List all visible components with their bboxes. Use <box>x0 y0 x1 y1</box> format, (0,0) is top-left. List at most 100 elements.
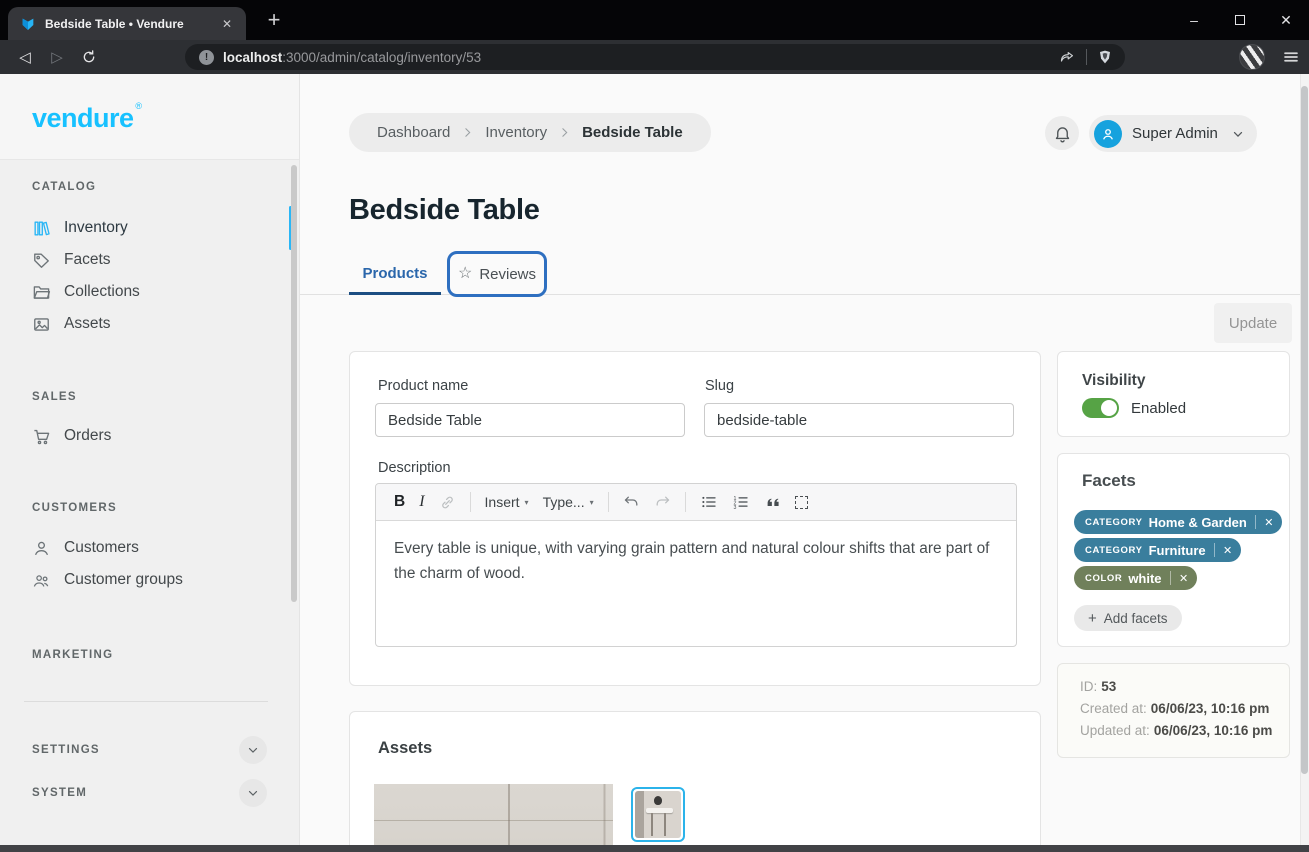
sidebar-item-collections[interactable]: Collections <box>0 277 299 307</box>
tab-close-icon[interactable]: ✕ <box>218 15 236 33</box>
breadcrumb-inventory[interactable]: Inventory <box>485 124 547 141</box>
new-tab-button[interactable]: + <box>260 6 288 34</box>
visibility-title: Visibility <box>1082 372 1145 390</box>
type-dropdown[interactable]: Type...▾ <box>543 494 594 510</box>
add-facets-button[interactable]: + Add facets <box>1074 605 1182 631</box>
star-icon: ☆ <box>458 266 472 282</box>
numbered-list-icon[interactable]: 123 <box>732 493 750 511</box>
facets-title: Facets <box>1082 471 1136 491</box>
sidebar-item-customer-groups[interactable]: Customer groups <box>0 565 299 595</box>
editor-toolbar: B I Insert▾ Type...▾ <box>376 484 1016 521</box>
window-close-button[interactable]: ✕ <box>1263 0 1309 40</box>
product-form-card: Product name Slug Description B I Insert… <box>349 351 1041 686</box>
assets-card: Assets <box>349 711 1041 852</box>
rich-text-editor: B I Insert▾ Type...▾ <box>375 483 1017 647</box>
profile-avatar[interactable] <box>1239 44 1265 70</box>
back-button[interactable]: ◁ <box>10 40 40 74</box>
page-scrollbar[interactable] <box>1300 74 1309 852</box>
sidebar-item-label: Customers <box>64 539 139 557</box>
product-name-input[interactable] <box>375 403 685 437</box>
chevron-right-icon <box>461 126 474 139</box>
tab-title: Bedside Table • Vendure <box>45 17 218 31</box>
italic-button[interactable]: I <box>419 493 424 511</box>
user-menu[interactable]: Super Admin <box>1089 115 1257 152</box>
logo-area: vendure® <box>0 74 299 160</box>
registered-mark: ® <box>135 101 141 111</box>
facet-chip-home-garden: CATEGORY Home & Garden ✕ <box>1074 510 1282 534</box>
brave-shield-icon[interactable] <box>1097 49 1113 65</box>
window-maximize-button[interactable] <box>1217 0 1263 40</box>
sidebar-item-label: Orders <box>64 427 111 445</box>
toolbar-divider <box>1086 49 1087 65</box>
vendure-favicon-icon <box>20 16 36 32</box>
taskbar-edge <box>0 845 1309 852</box>
bold-button[interactable]: B <box>394 493 405 511</box>
chevron-down-icon <box>1231 127 1245 141</box>
svg-text:3: 3 <box>733 505 736 511</box>
person-icon <box>32 539 51 558</box>
redo-icon <box>654 494 671 511</box>
section-sales: SALES <box>32 391 77 403</box>
forward-button: ▷ <box>42 40 72 74</box>
breadcrumb-current: Bedside Table <box>582 124 683 141</box>
enabled-label: Enabled <box>1131 400 1186 417</box>
sidebar-item-label: Assets <box>64 315 111 333</box>
link-icon[interactable] <box>439 494 456 511</box>
updated-row: Updated at:06/06/23, 10:16 pm <box>1080 723 1272 738</box>
remove-facet-icon[interactable]: ✕ <box>1219 544 1237 557</box>
remove-facet-icon[interactable]: ✕ <box>1260 516 1278 529</box>
toolbar-separator <box>608 492 609 512</box>
update-button[interactable]: Update <box>1214 303 1292 343</box>
remove-facet-icon[interactable]: ✕ <box>1175 572 1193 585</box>
cart-icon <box>32 427 51 446</box>
notifications-button[interactable] <box>1045 116 1079 150</box>
slug-input[interactable] <box>704 403 1014 437</box>
site-info-icon[interactable]: ! <box>199 50 214 65</box>
main-content: Dashboard Inventory Bedside Table Super … <box>300 74 1309 852</box>
sidebar-item-orders[interactable]: Orders <box>0 421 299 451</box>
asset-thumbnail-selected[interactable] <box>631 787 685 842</box>
blockquote-icon[interactable] <box>764 494 781 511</box>
sidebar-section-system[interactable]: SYSTEM <box>0 779 299 807</box>
visibility-card: Visibility Enabled <box>1057 351 1290 437</box>
description-text[interactable]: Every table is unique, with varying grai… <box>376 521 1016 601</box>
breadcrumb[interactable]: Dashboard Inventory Bedside Table <box>349 113 711 152</box>
page-scrollbar-thumb[interactable] <box>1301 86 1308 774</box>
facet-chip-white: COLOR white ✕ <box>1074 566 1197 590</box>
raw-html-icon[interactable] <box>795 496 808 509</box>
reload-button[interactable] <box>74 40 104 74</box>
url-bar[interactable]: ! localhost:3000/admin/catalog/inventory… <box>185 44 1125 70</box>
chevron-down-icon[interactable] <box>239 736 267 764</box>
table-leg-detail <box>664 813 666 837</box>
tab-products[interactable]: Products <box>349 252 441 294</box>
sidebar-divider <box>24 701 268 702</box>
sidebar-item-inventory[interactable]: Inventory <box>0 213 299 243</box>
chevron-down-icon[interactable] <box>239 779 267 807</box>
enabled-toggle[interactable] <box>1082 398 1119 418</box>
section-customers: CUSTOMERS <box>32 502 117 514</box>
share-icon[interactable] <box>1059 49 1076 66</box>
undo-icon[interactable] <box>623 494 640 511</box>
breadcrumb-dashboard[interactable]: Dashboard <box>377 124 450 141</box>
bullet-list-icon[interactable] <box>700 493 718 511</box>
toggle-knob <box>1101 400 1117 416</box>
sidebar-item-label: Collections <box>64 283 140 301</box>
browser-tab[interactable]: Bedside Table • Vendure ✕ <box>8 7 246 40</box>
sidebar-item-assets[interactable]: Assets <box>0 309 299 339</box>
window-minimize-button[interactable]: – <box>1171 0 1217 40</box>
tab-reviews[interactable]: ☆ Reviews <box>447 251 547 297</box>
browser-menu-icon[interactable] <box>1279 45 1303 69</box>
sidebar-scrollbar[interactable] <box>291 165 297 602</box>
folder-icon <box>32 283 51 302</box>
user-avatar-icon <box>1094 120 1122 148</box>
plus-icon: + <box>1088 610 1097 627</box>
insert-dropdown[interactable]: Insert▾ <box>485 494 529 510</box>
sidebar-section-settings[interactable]: SETTINGS <box>0 736 299 764</box>
sidebar-item-label: Facets <box>64 251 111 269</box>
sidebar-item-customers[interactable]: Customers <box>0 533 299 563</box>
id-row: ID:53 <box>1080 679 1272 694</box>
featured-asset-preview[interactable] <box>374 784 613 852</box>
sidebar-item-facets[interactable]: Facets <box>0 245 299 275</box>
page-title: Bedside Table <box>349 194 540 227</box>
vendure-logo: vendure® <box>32 103 134 134</box>
